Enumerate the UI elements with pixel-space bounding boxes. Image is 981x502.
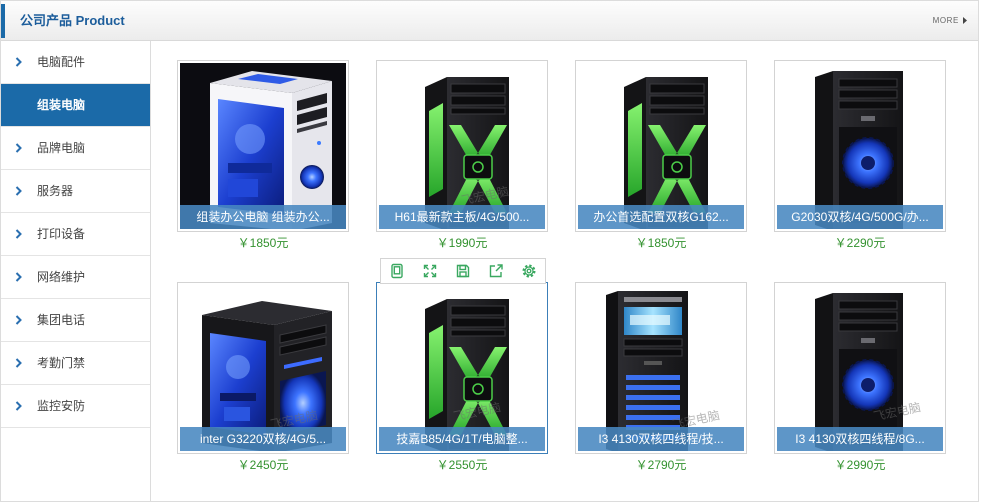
product-name[interactable]: 技嘉B85/4G/1T/电脑整...	[379, 427, 545, 451]
sidebar-item-printers[interactable]: 打印设备	[1, 213, 150, 256]
product-card[interactable]: 飞宏电脑 I3 4130双核四线程/8G... ￥2990元	[774, 282, 946, 478]
product-name[interactable]: 办公首选配置双核G162...	[578, 205, 744, 229]
product-price: ￥1850元	[237, 236, 289, 250]
save-icon	[456, 264, 470, 278]
product-price: ￥1850元	[635, 236, 687, 250]
product-card[interactable]: 办公首选配置双核G162... ￥1850元	[575, 60, 747, 256]
product-card[interactable]: G2030双核/4G/500G/办... ￥2290元	[774, 60, 946, 256]
sidebar-item-label: 电脑配件	[37, 55, 86, 69]
product-card[interactable]: 飞宏电脑 inter G3220双核/4G/5... ￥2450元	[177, 282, 349, 478]
product-price: ￥2450元	[237, 458, 289, 472]
image-toolbar	[380, 258, 546, 284]
sidebar-item-label: 品牌电脑	[37, 141, 86, 155]
sidebar-item-label: 集团电话	[37, 313, 86, 327]
sidebar-item-label: 考勤门禁	[37, 356, 86, 370]
product-image[interactable]: 飞宏电脑 I3 4130双核四线程/8G...	[774, 282, 946, 454]
chevron-right-icon	[15, 315, 22, 325]
module-header: 公司产品 Product MORE	[1, 1, 978, 41]
product-name[interactable]: H61最新款主板/4G/500...	[379, 205, 545, 229]
sidebar-item-network[interactable]: 网络维护	[1, 256, 150, 299]
sidebar-item-surveillance[interactable]: 监控安防	[1, 385, 150, 428]
sidebar-item-label: 网络维护	[37, 270, 86, 284]
product-card[interactable]: 飞宏电脑 H61最新款主板/4G/500... ￥1990元	[376, 60, 548, 256]
expand-button[interactable]	[414, 259, 447, 283]
product-image[interactable]: 飞宏电脑 技嘉B85/4G/1T/电脑整...	[376, 282, 548, 454]
product-card[interactable]: 飞宏电脑 技嘉B85/4G/1T/电脑整... ￥2550元	[376, 282, 548, 478]
chevron-right-icon	[15, 401, 22, 411]
chevron-right-icon	[15, 358, 22, 368]
product-price: ￥2550元	[436, 458, 488, 472]
product-name[interactable]: I3 4130双核四线程/8G...	[777, 427, 943, 451]
chevron-right-icon	[15, 229, 22, 239]
category-sidebar: 电脑配件 组装电脑 品牌电脑 服务器 打印设备 网络维护 集团电话 考勤门禁 监…	[1, 41, 151, 501]
sidebar-item-label: 服务器	[37, 184, 74, 198]
product-image[interactable]: G2030双核/4G/500G/办...	[774, 60, 946, 232]
chevron-right-icon	[15, 272, 22, 282]
product-card[interactable]: 组装办公电脑 组装办公... ￥1850元	[177, 60, 349, 256]
chevron-right-icon	[15, 57, 22, 67]
product-module: 公司产品 Product MORE 电脑配件 组装电脑 品牌电脑 服务器 打印设…	[0, 0, 979, 502]
sidebar-item-label: 组装电脑	[37, 98, 86, 112]
product-name[interactable]: inter G3220双核/4G/5...	[180, 427, 346, 451]
sidebar-item-label: 打印设备	[37, 227, 86, 241]
sidebar-item-attendance-access[interactable]: 考勤门禁	[1, 342, 150, 385]
product-image[interactable]: 飞宏电脑 inter G3220双核/4G/5...	[177, 282, 349, 454]
product-image[interactable]: 组装办公电脑 组装办公...	[177, 60, 349, 232]
header-accent-bar	[1, 4, 5, 38]
product-card[interactable]: 飞宏电脑 I3 4130双核四线程/技... ￥2790元	[575, 282, 747, 478]
product-image[interactable]: 飞宏电脑 I3 4130双核四线程/技...	[575, 282, 747, 454]
settings-button[interactable]	[512, 259, 545, 283]
sidebar-item-brand-pc[interactable]: 品牌电脑	[1, 127, 150, 170]
share-button[interactable]	[479, 259, 512, 283]
product-name[interactable]: 组装办公电脑 组装办公...	[180, 205, 346, 229]
triangle-right-icon	[963, 17, 967, 24]
sidebar-item-label: 监控安防	[37, 399, 86, 413]
sidebar-item-assembled-pc[interactable]: 组装电脑	[1, 84, 150, 127]
sidebar-item-phone-systems[interactable]: 集团电话	[1, 299, 150, 342]
share-icon	[489, 264, 503, 278]
sidebar-item-servers[interactable]: 服务器	[1, 170, 150, 213]
gear-icon	[522, 264, 536, 278]
chevron-right-icon	[15, 143, 22, 153]
product-price: ￥2790元	[635, 458, 687, 472]
product-image[interactable]: 办公首选配置双核G162...	[575, 60, 747, 232]
product-grid: 组装办公电脑 组装办公... ￥1850元 飞宏电脑 H61最新款主板/4G/5…	[151, 41, 978, 501]
save-button[interactable]	[447, 259, 480, 283]
module-title: 公司产品 Product	[20, 13, 125, 28]
chevron-right-icon	[15, 186, 22, 196]
product-name[interactable]: G2030双核/4G/500G/办...	[777, 205, 943, 229]
product-name[interactable]: I3 4130双核四线程/技...	[578, 427, 744, 451]
product-price: ￥2290元	[834, 236, 886, 250]
product-price: ￥2990元	[834, 458, 886, 472]
more-label: MORE	[932, 16, 959, 25]
expand-icon	[423, 264, 437, 278]
tablet-button[interactable]	[381, 259, 414, 283]
product-price: ￥1990元	[436, 236, 488, 250]
product-image[interactable]: 飞宏电脑 H61最新款主板/4G/500...	[376, 60, 548, 232]
more-link[interactable]: MORE	[933, 16, 967, 25]
tablet-icon	[391, 263, 404, 279]
sidebar-item-pc-parts[interactable]: 电脑配件	[1, 41, 150, 84]
